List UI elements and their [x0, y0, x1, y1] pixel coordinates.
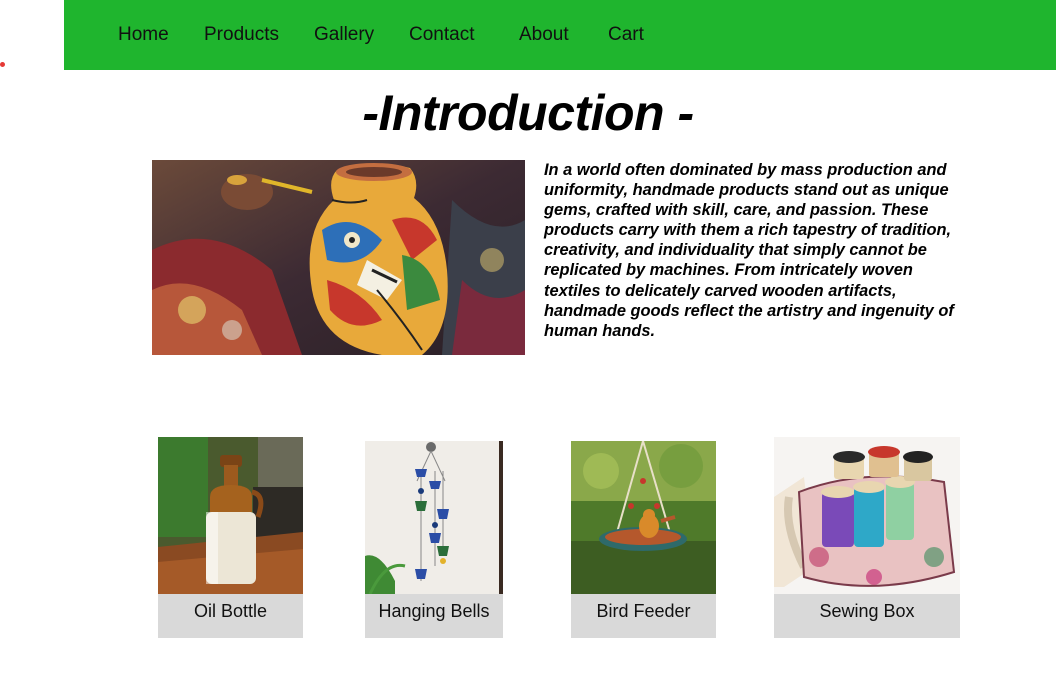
page-title: -Introduction - [362, 85, 694, 141]
hanging-bells-label[interactable]: Hanging Bells [365, 594, 503, 638]
top-navbar: Home Products Gallery Contact About Cart [64, 0, 1056, 70]
nav-contact-link[interactable]: Contact [409, 24, 474, 46]
nav-products-link[interactable]: Products [204, 24, 279, 46]
nav-gallery-link[interactable]: Gallery [314, 24, 374, 46]
bird-feeder-illustration [571, 441, 716, 594]
painted-pot-illustration [152, 160, 525, 355]
intro-image [152, 160, 525, 355]
bird-feeder-image[interactable] [571, 441, 716, 594]
sewing-box-label[interactable]: Sewing Box [774, 594, 960, 638]
oil-bottle-label[interactable]: Oil Bottle [158, 594, 303, 638]
nav-cart-link[interactable]: Cart [608, 24, 644, 46]
sewing-box-image[interactable] [774, 437, 960, 594]
oil-bottle-illustration [158, 437, 303, 594]
oil-bottle-image[interactable] [158, 437, 303, 594]
intro-paragraph: In a world often dominated by mass produ… [544, 161, 954, 340]
nav-home-link[interactable]: Home [118, 24, 169, 46]
hanging-bells-illustration [365, 441, 503, 594]
bird-feeder-label[interactable]: Bird Feeder [571, 594, 716, 638]
nav-about-link[interactable]: About [519, 24, 569, 46]
red-dot-marker [0, 62, 5, 67]
hanging-bells-image[interactable] [365, 441, 503, 594]
sewing-box-illustration [774, 437, 960, 594]
